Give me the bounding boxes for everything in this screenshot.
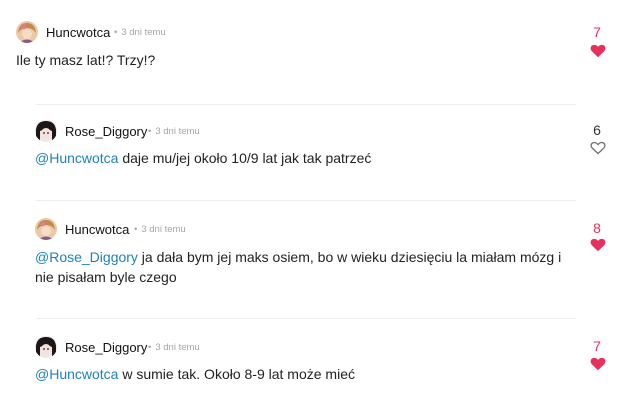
- user-avatar[interactable]: [16, 21, 38, 43]
- heart-icon[interactable]: [590, 238, 606, 252]
- user-avatar[interactable]: [35, 120, 57, 142]
- comment-time: 3 dni temu: [141, 224, 186, 235]
- heart-outline-icon[interactable]: [590, 141, 606, 155]
- comment-body: @Huncwotca daje mu/jej około 10/9 lat ja…: [35, 148, 575, 168]
- comment-mention[interactable]: @Huncwotca: [35, 150, 118, 166]
- heart-icon[interactable]: [590, 357, 606, 371]
- comment-divider: [36, 200, 576, 201]
- meta-separator: •: [148, 126, 152, 137]
- comment-text: w sumie tak. Około 8-9 lat może mieć: [118, 366, 355, 382]
- vote-count: 8: [593, 220, 601, 236]
- comment-author[interactable]: Rose_Diggory: [65, 124, 147, 139]
- comment-time: 3 dni temu: [155, 342, 200, 353]
- comment-body: Ile ty masz lat!? Trzy!?: [16, 50, 556, 70]
- comment-author[interactable]: Rose_Diggory: [65, 340, 147, 355]
- comment-mention[interactable]: @Rose_Diggory: [35, 249, 138, 265]
- comment-author[interactable]: Huncwotca: [46, 25, 110, 40]
- heart-icon[interactable]: [590, 44, 606, 58]
- comment-body: @Rose_Diggory ja dała bym jej maks osiem…: [35, 247, 580, 287]
- comment-author[interactable]: Huncwotca: [65, 222, 129, 237]
- comment-timestamp: • 3 dni temu: [148, 342, 200, 353]
- comment-mention[interactable]: @Huncwotca: [35, 366, 118, 382]
- comment-time: 3 dni temu: [155, 126, 200, 137]
- user-avatar[interactable]: [35, 218, 57, 240]
- comment-timestamp: • 3 dni temu: [134, 224, 186, 235]
- comment-timestamp: • 3 dni temu: [148, 126, 200, 137]
- comment-text: Ile ty masz lat!? Trzy!?: [16, 52, 156, 68]
- comment-divider: [36, 104, 576, 105]
- vote-count: 7: [593, 338, 601, 354]
- comment-divider: [36, 318, 576, 319]
- meta-separator: •: [114, 27, 118, 38]
- comment-body: @Huncwotca w sumie tak. Około 8-9 lat mo…: [35, 364, 575, 384]
- meta-separator: •: [134, 224, 138, 235]
- comment-time: 3 dni temu: [121, 27, 166, 38]
- user-avatar[interactable]: [35, 336, 57, 358]
- meta-separator: •: [148, 342, 152, 353]
- vote-count: 7: [593, 24, 601, 40]
- vote-count: 6: [593, 122, 601, 138]
- comment-timestamp: • 3 dni temu: [114, 27, 166, 38]
- comment-text: daje mu/jej około 10/9 lat jak tak patrz…: [118, 150, 372, 166]
